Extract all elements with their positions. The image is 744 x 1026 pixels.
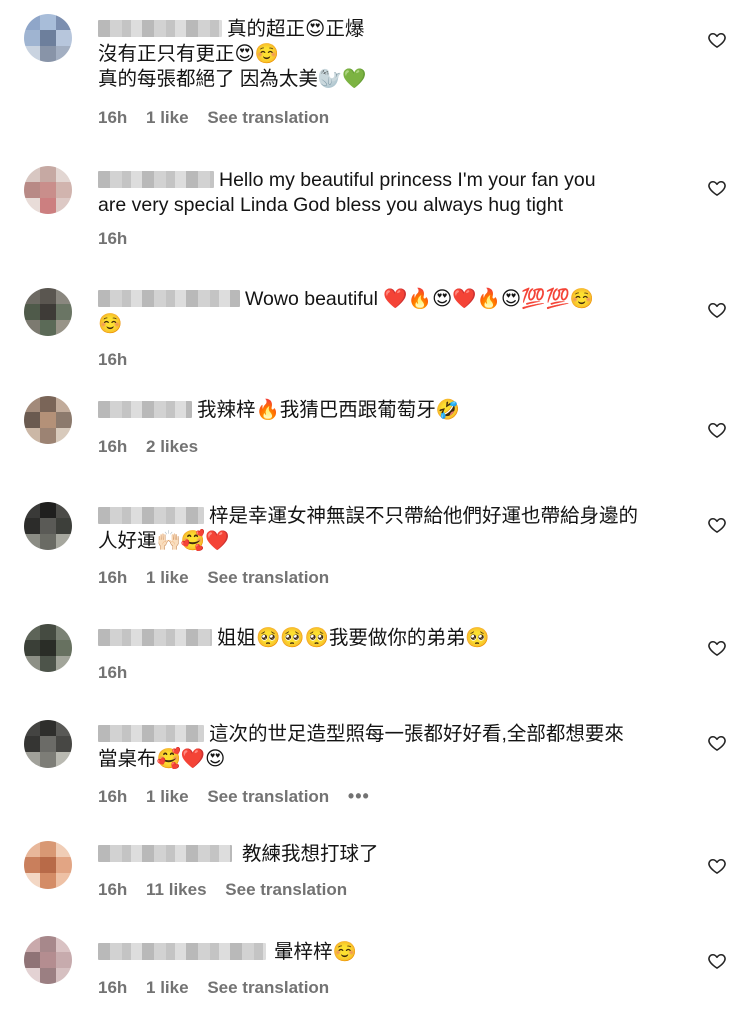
username-redacted[interactable] (98, 507, 204, 524)
avatar[interactable] (24, 624, 72, 672)
comment-meta: 16h 1 like See translation ••• (98, 786, 384, 807)
avatar[interactable] (24, 166, 72, 214)
likes-count[interactable]: 1 like (146, 978, 189, 997)
timestamp[interactable]: 16h (98, 787, 127, 806)
comment-meta: 16h (98, 229, 141, 249)
comment-text: Wowo beautiful ❤️🔥😍❤️🔥😍💯💯☺️ ☺️ (98, 288, 595, 335)
comment-text: 真的超正😍正爆 沒有正只有更正😍☺️ 真的每張都絕了 因為太美🦭💚 (98, 18, 367, 90)
comment-meta: 16h (98, 663, 141, 683)
username-redacted[interactable] (98, 629, 212, 646)
comment-text: 暈梓梓☺️ (98, 940, 698, 965)
see-translation-link[interactable]: See translation (207, 568, 329, 587)
heart-icon[interactable] (707, 300, 727, 320)
avatar[interactable] (24, 720, 72, 768)
see-translation-link[interactable]: See translation (207, 787, 329, 806)
username-redacted[interactable] (98, 943, 266, 960)
username-redacted[interactable] (98, 401, 192, 418)
comment-meta: 16h 1 like See translation (98, 108, 343, 128)
avatar[interactable] (24, 936, 72, 984)
timestamp[interactable]: 16h (98, 978, 127, 997)
heart-icon[interactable] (707, 178, 727, 198)
likes-count[interactable]: 1 like (146, 568, 189, 587)
heart-icon[interactable] (707, 733, 727, 753)
heart-icon[interactable] (707, 638, 727, 658)
heart-icon[interactable] (707, 856, 727, 876)
timestamp[interactable]: 16h (98, 108, 127, 127)
timestamp[interactable]: 16h (98, 880, 127, 899)
heart-icon[interactable] (707, 30, 727, 50)
comment-text: 這次的世足造型照每一張都好好看,全部都想要來 當桌布🥰❤️😍 (98, 723, 624, 770)
username-redacted[interactable] (98, 20, 222, 37)
avatar[interactable] (24, 288, 72, 336)
see-translation-link[interactable]: See translation (207, 108, 329, 127)
likes-count[interactable]: 1 like (146, 108, 189, 127)
comment-meta: 16h 1 like See translation (98, 568, 343, 588)
comment-text: 梓是幸運女神無誤不只帶給他們好運也帶給身邊的 人好運🙌🏻🥰❤️ (98, 505, 639, 552)
username-redacted[interactable] (98, 290, 240, 307)
timestamp[interactable]: 16h (98, 568, 127, 587)
avatar[interactable] (24, 502, 72, 550)
comment-text: Hello my beautiful princess I'm your fan… (98, 169, 596, 216)
avatar[interactable] (24, 14, 72, 62)
comment-meta: 16h 2 likes (98, 437, 212, 457)
comment-meta: 16h 1 like See translation (98, 978, 343, 998)
comment-text: 教練我想打球了 (98, 842, 698, 867)
see-translation-link[interactable]: See translation (225, 880, 347, 899)
heart-icon[interactable] (707, 515, 727, 535)
heart-icon[interactable] (707, 951, 727, 971)
avatar[interactable] (24, 841, 72, 889)
timestamp[interactable]: 16h (98, 350, 127, 369)
username-redacted[interactable] (98, 725, 204, 742)
timestamp[interactable]: 16h (98, 663, 127, 682)
username-redacted[interactable] (98, 171, 214, 188)
comment-text: 姐姐🥺🥺🥺我要做你的弟弟🥺 (98, 626, 698, 651)
likes-count[interactable]: 2 likes (146, 437, 198, 456)
likes-count[interactable]: 1 like (146, 787, 189, 806)
see-translation-link[interactable]: See translation (207, 978, 329, 997)
heart-icon[interactable] (707, 420, 727, 440)
username-redacted[interactable] (98, 845, 232, 862)
timestamp[interactable]: 16h (98, 437, 127, 456)
timestamp[interactable]: 16h (98, 229, 127, 248)
comment-meta: 16h (98, 350, 141, 370)
more-options-icon[interactable]: ••• (348, 786, 370, 806)
avatar[interactable] (24, 396, 72, 444)
comment-text: 我辣梓🔥我猜巴西跟葡萄牙🤣 (98, 398, 698, 423)
comment-meta: 16h 11 likes See translation (98, 880, 361, 900)
likes-count[interactable]: 11 likes (146, 880, 207, 899)
